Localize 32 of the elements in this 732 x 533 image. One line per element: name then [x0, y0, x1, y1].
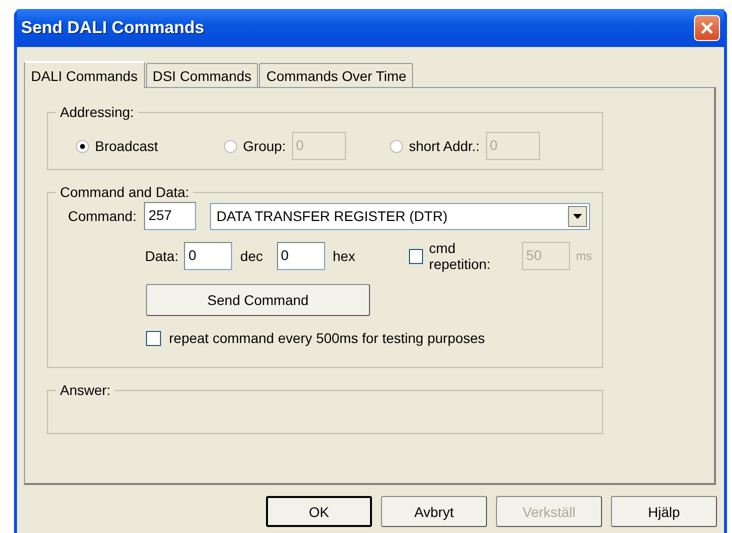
hex-field[interactable]: 0 [276, 242, 325, 270]
tab[interactable]: Commands Over Time [259, 63, 414, 87]
checkbox-label: repeat command every 500ms for testing purposes [169, 330, 485, 346]
window-title: Send DALI Commands [21, 18, 204, 38]
unit-label: ms [576, 249, 592, 263]
dialog-button[interactable]: Avbryt [381, 496, 487, 527]
radio-button[interactable] [224, 140, 238, 152]
tab[interactable]: DSI Commands [146, 63, 258, 87]
group-title: Answer: [59, 382, 112, 398]
data-label: Data: [145, 248, 178, 264]
dropdown-arrow-icon [573, 214, 582, 218]
checkbox[interactable] [146, 330, 161, 346]
radio-label: Group: [243, 138, 286, 154]
checkbox-label: cmd repetition: [429, 240, 492, 272]
dialog-button[interactable]: OK [266, 496, 372, 527]
close-button[interactable] [694, 15, 720, 41]
unit-label: hex [332, 248, 356, 264]
dec-field[interactable]: 0 [184, 242, 232, 270]
radio-button[interactable] [76, 140, 89, 152]
dialog-button[interactable]: Hjälp [611, 496, 717, 527]
group-title: Command and Data: [59, 184, 190, 200]
send-command-button[interactable]: Send Command [146, 284, 370, 316]
unit-label: dec [240, 248, 263, 264]
tab[interactable]: DALI Commands [24, 61, 145, 88]
command-field[interactable]: 257 [144, 202, 196, 230]
group-title: Addressing: [59, 104, 135, 120]
radio-label: short Addr.: [408, 138, 480, 154]
close-icon [700, 21, 714, 35]
radio-label: Broadcast [95, 138, 158, 154]
command-label: Command: [68, 208, 136, 224]
command-dropdown[interactable]: DATA TRANSFER REGISTER (DTR) [210, 202, 590, 230]
radio-button[interactable] [390, 140, 403, 152]
